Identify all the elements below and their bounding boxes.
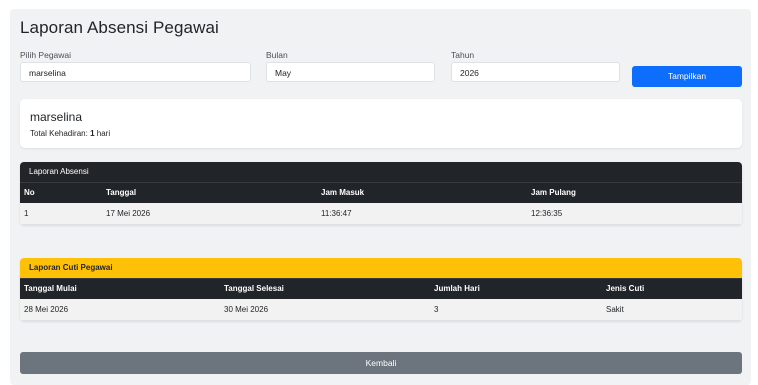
table-row: 28 Mei 2026 30 Mei 2026 3 Sakit <box>20 298 742 321</box>
leave-table-title: Laporan Cuti Pegawai <box>20 258 742 278</box>
row-day-count: 3 <box>430 298 602 321</box>
show-button[interactable]: Tampilkan <box>632 66 742 87</box>
attendance-table: No Tanggal Jam Masuk Jam Pulang 1 17 Mei… <box>20 182 742 225</box>
row-date: 17 Mei 2026 <box>102 202 317 225</box>
month-label: Bulan <box>266 50 288 60</box>
attendance-total-value: 1 <box>90 129 95 138</box>
employee-summary-card: marselina Total Kehadiran: 1 hari <box>20 99 742 148</box>
table-row: 1 17 Mei 2026 11:36:47 12:36:35 <box>20 202 742 225</box>
column-header: No <box>20 182 102 203</box>
column-header: Tanggal <box>102 182 317 203</box>
table-header-row: Tanggal Mulai Tanggal Selesai Jumlah Har… <box>20 278 742 299</box>
attendance-total-label: Total Kehadiran: <box>30 129 88 138</box>
column-header: Jam Pulang <box>527 182 742 203</box>
column-header: Jam Masuk <box>317 182 527 203</box>
table-header-row: No Tanggal Jam Masuk Jam Pulang <box>20 182 742 203</box>
row-leave-type: Sakit <box>602 298 742 321</box>
column-header: Tanggal Mulai <box>20 278 220 299</box>
column-header: Jumlah Hari <box>430 278 602 299</box>
employee-select[interactable]: marselina <box>20 62 251 82</box>
row-number: 1 <box>20 202 102 225</box>
leave-table: Tanggal Mulai Tanggal Selesai Jumlah Har… <box>20 278 742 321</box>
row-start-date: 28 Mei 2026 <box>20 298 220 321</box>
row-end-date: 30 Mei 2026 <box>220 298 430 321</box>
leave-table-card: Laporan Cuti Pegawai Tanggal Mulai Tangg… <box>20 258 742 321</box>
back-button[interactable]: Kembali <box>20 352 742 374</box>
year-input[interactable]: 2026 <box>451 62 620 82</box>
employee-name: marselina <box>30 110 83 124</box>
report-container: Laporan Absensi Pegawai Pilih Pegawai ma… <box>10 9 751 385</box>
row-time-out: 12:36:35 <box>527 202 742 225</box>
row-time-in: 11:36:47 <box>317 202 527 225</box>
attendance-table-card: Laporan Absensi No Tanggal Jam Masuk Jam… <box>20 162 742 225</box>
month-select[interactable]: May <box>266 62 435 82</box>
year-label: Tahun <box>451 50 475 60</box>
attendance-table-title: Laporan Absensi <box>20 162 742 182</box>
attendance-total: Total Kehadiran: 1 hari <box>30 129 110 138</box>
column-header: Tanggal Selesai <box>220 278 430 299</box>
attendance-total-unit: hari <box>96 129 111 138</box>
employee-label: Pilih Pegawai <box>20 50 72 60</box>
column-header: Jenis Cuti <box>602 278 742 299</box>
page-title: Laporan Absensi Pegawai <box>20 18 219 37</box>
